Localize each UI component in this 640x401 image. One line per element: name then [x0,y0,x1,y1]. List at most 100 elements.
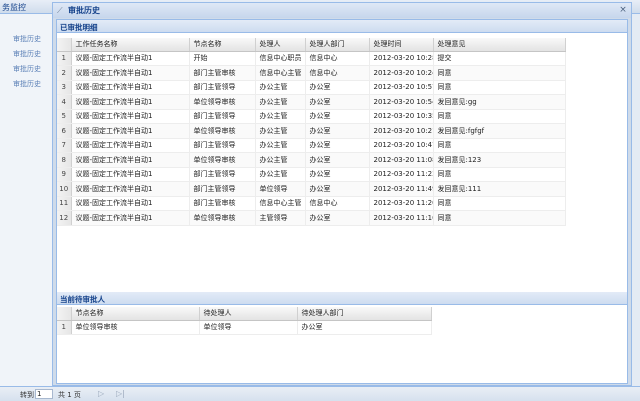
row-number: 1 [57,320,72,335]
table-row[interactable]: 12 议题-固定工作流半自动1 单位领导审核 主管领导 办公室 2012-03-20 11… [57,210,566,226]
table-cell: 办公室 [305,138,370,153]
table-cell: 2012-03-20 11:16 [369,210,434,226]
close-icon[interactable]: × [618,5,628,15]
table-cell: 主管领导 [255,210,306,226]
window-titlebar[interactable]: ⟋ 审批历史 × [53,3,631,18]
window-body: 已审批明细 工作任务名称 节点名称 处理人 处理人部门 处理时间 处理意见 1议… [56,19,628,384]
row-number: 11 [57,196,72,211]
table-cell: 2012-03-20 11:23 [369,167,434,182]
table-cell: 2012-03-20 10:54 [369,94,434,110]
table-cell: 发回意见:123 [433,152,566,168]
table-cell: 部门主管领导 [189,80,256,95]
column-header[interactable]: 节点名称 [189,38,256,52]
column-header[interactable]: 节点名称 [71,307,200,321]
table-cell: 单位领导审核 [189,94,256,110]
row-number-header [57,307,72,321]
table-cell: 部门主管领导 [189,109,256,124]
table-cell: 办公主管 [255,94,306,110]
table-cell: 2012-03-20 11:20 [369,196,434,211]
table-row[interactable]: 8 议题-固定工作流半自动1 单位领导审核 办公主管 办公室 2012-03-20 11:… [57,152,566,168]
table-cell: 议题-固定工作流半自动1 [71,51,190,66]
table-cell: 单位领导审核 [189,210,256,226]
row-number: 12 [57,210,72,226]
table-cell: 办公室 [305,123,370,139]
pending-panel-header: 当前待审批人 [57,292,627,305]
table-cell: 单位领导 [255,181,306,197]
table-cell: 议题-固定工作流半自动1 [71,167,190,182]
row-number: 4 [57,94,72,110]
table-cell: 议题-固定工作流半自动1 [71,181,190,197]
pending-grid: 节点名称 待处理人 待处理人部门 1 单位领导审核 单位领导 办公室 [57,307,432,335]
table-cell: 部门主管审核 [189,196,256,211]
row-number: 3 [57,80,72,95]
sidebar-link-history[interactable]: 审批历史 [13,49,41,59]
pending-panel-title: 当前待审批人 [60,295,105,304]
table-row[interactable]: 1 议题-固定工作流半自动1 开始 信息中心职员 信息中心 2012-03-20 10:2… [57,51,566,66]
row-number-header [57,38,72,52]
pager-goto-label: 转到 [20,391,34,399]
table-cell: 办公室 [305,80,370,95]
approved-panel-header: 已审批明细 [57,20,627,33]
table-cell: 办公室 [305,167,370,182]
table-row[interactable]: 11 议题-固定工作流半自动1 部门主管审核 信息中心主管 信息中心 2012-03-20… [57,196,566,211]
table-row[interactable]: 2 议题-固定工作流半自动1 部门主管审核 信息中心主管 信息中心 2012-03-20 … [57,65,566,81]
table-cell: 2012-03-20 11:49 [369,181,434,197]
table-cell: 议题-固定工作流半自动1 [71,94,190,110]
table-cell: 办公主管 [255,123,306,139]
pager-total-label: 共 1 页 [58,391,81,399]
approved-grid: 工作任务名称 节点名称 处理人 处理人部门 处理时间 处理意见 1 议题-固定工作… [57,38,566,226]
column-header[interactable]: 处理人部门 [305,38,370,52]
pager-page-input[interactable]: 1 [35,389,53,399]
table-row[interactable]: 7 议题-固定工作流半自动1 部门主管领导 办公主管 办公室 2012-03-20 10:… [57,138,566,153]
table-cell: 部门主管领导 [189,167,256,182]
next-page-icon[interactable]: ▷ [98,389,104,398]
table-cell: 发回意见:111 [433,181,566,197]
table-cell: 办公室 [297,320,432,335]
table-cell: 同意 [433,80,566,95]
row-number: 2 [57,65,72,81]
pager-bar: 转到 1 共 1 页 ▷ ▷| [0,386,640,401]
table-cell: 同意 [433,167,566,182]
table-row[interactable]: 1 单位领导审核 单位领导 办公室 [57,320,432,335]
sidebar-link-history[interactable]: 审批历史 [13,79,41,89]
table-cell: 2012-03-20 11:08 [369,152,434,168]
table-cell: 单位领导审核 [189,123,256,139]
table-cell: 办公室 [305,210,370,226]
table-cell: 单位领导审核 [189,152,256,168]
app-sidebar: 审批历史 审批历史 审批历史 审批历史 [0,14,52,386]
table-cell: 信息中心 [305,51,370,66]
table-cell: 办公主管 [255,80,306,95]
table-cell: 办公室 [305,109,370,124]
column-header[interactable]: 待处理人 [199,307,298,321]
table-cell: 办公室 [305,152,370,168]
table-row[interactable]: 4 议题-固定工作流半自动1 单位领导审核 办公主管 办公室 2012-03-20 10:… [57,94,566,110]
column-header[interactable]: 处理意见 [433,38,566,52]
table-cell: 同意 [433,138,566,153]
row-number: 7 [57,138,72,153]
row-number: 8 [57,152,72,168]
sidebar-link-history[interactable]: 审批历史 [13,34,41,44]
table-row[interactable]: 3 议题-固定工作流半自动1 部门主管领导 办公主管 办公室 2012-03-20 10:… [57,80,566,95]
table-cell: 办公主管 [255,167,306,182]
table-row[interactable]: 6 议题-固定工作流半自动1 单位领导审核 办公主管 办公室 2012-03-20 10:… [57,123,566,139]
table-cell: 2012-03-20 10:57 [369,80,434,95]
table-row[interactable]: 10 议题-固定工作流半自动1 部门主管领导 单位领导 办公室 2012-03-20 11… [57,181,566,197]
table-cell: 信息中心职员 [255,51,306,66]
sidebar-link-history[interactable]: 审批历史 [13,64,41,74]
table-cell: 同意 [433,65,566,81]
column-header[interactable]: 待处理人部门 [297,307,432,321]
table-cell: 议题-固定工作流半自动1 [71,210,190,226]
app-header-title: 务监控 [2,3,26,12]
table-cell: 2012-03-20 10:35 [369,109,434,124]
table-cell: 2012-03-20 10:47 [369,138,434,153]
table-row[interactable]: 5 议题-固定工作流半自动1 部门主管领导 办公主管 办公室 2012-03-20 10:… [57,109,566,124]
row-number: 9 [57,167,72,182]
column-header[interactable]: 处理人 [255,38,306,52]
table-row[interactable]: 9 议题-固定工作流半自动1 部门主管领导 办公主管 办公室 2012-03-20 11:… [57,167,566,182]
table-cell: 办公主管 [255,109,306,124]
column-header[interactable]: 工作任务名称 [71,38,190,52]
column-header[interactable]: 处理时间 [369,38,434,52]
last-page-icon[interactable]: ▷| [116,389,125,398]
table-cell: 同意 [433,109,566,124]
table-cell: 2012-03-20 10:24 [369,65,434,81]
